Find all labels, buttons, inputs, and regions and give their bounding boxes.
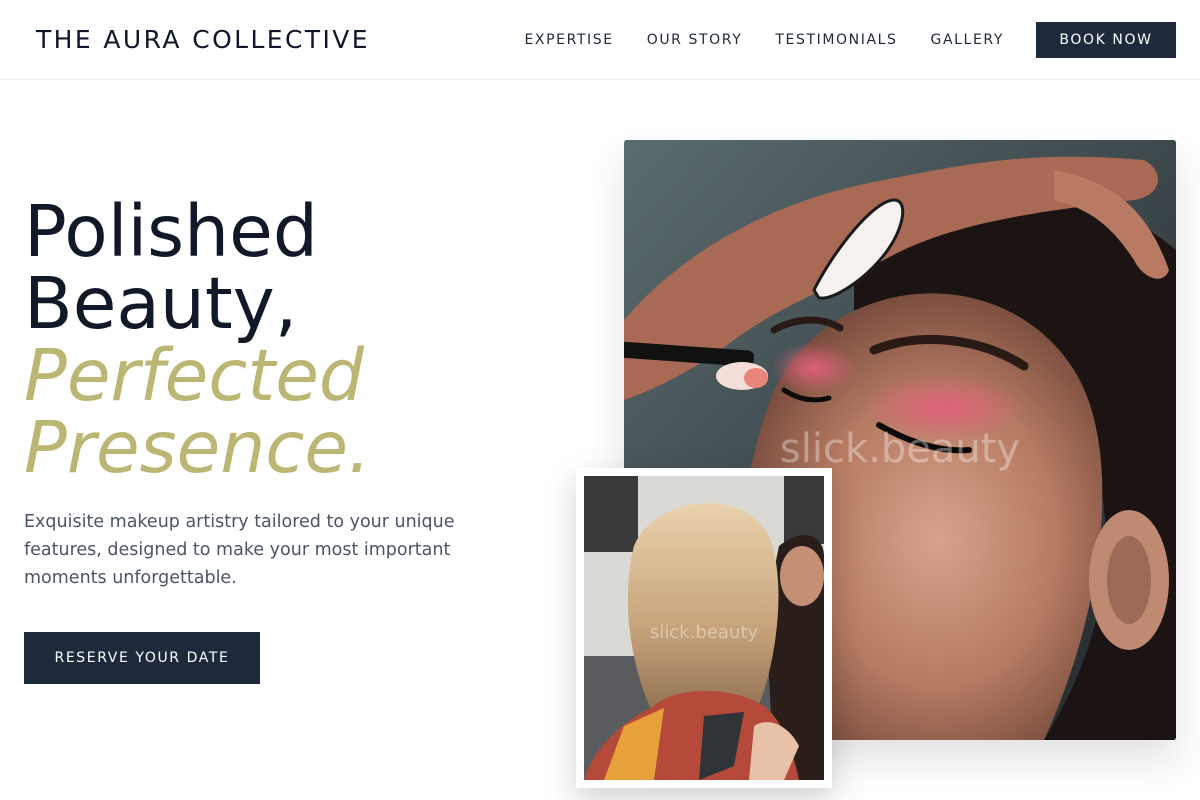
main-image-watermark: slick.beauty (780, 426, 1020, 472)
hero-headline: Polished Beauty, Perfected Presence. (24, 196, 524, 484)
hero-description: Exquisite makeup artistry tailored to yo… (24, 512, 455, 588)
book-now-button[interactable]: BOOK NOW (1036, 21, 1176, 58)
nav-link-our-story[interactable]: OUR STORY (647, 32, 743, 48)
brand-logo[interactable]: THE AURA COLLECTIVE (36, 25, 370, 54)
nav-link-expertise[interactable]: EXPERTISE (524, 32, 613, 48)
inset-image-watermark: slick.beauty (650, 622, 758, 643)
headline-line-1: Polished (24, 190, 318, 273)
secondary-image-card: slick.beauty (576, 468, 832, 788)
headline-accent-2: Presence. (24, 406, 371, 489)
site-header: THE AURA COLLECTIVE EXPERTISE OUR STORY … (0, 0, 1200, 80)
headline-accent-1: Perfected (24, 334, 364, 417)
headline-line-2: Beauty, (24, 262, 298, 345)
secondary-image: slick.beauty (584, 476, 824, 780)
reserve-date-button[interactable]: RESERVE YOUR DATE (24, 632, 260, 684)
nav-link-gallery[interactable]: GALLERY (931, 32, 1004, 48)
hero-text: Polished Beauty, Perfected Presence. Exq… (24, 196, 524, 684)
main-nav: EXPERTISE OUR STORY TESTIMONIALS GALLERY… (524, 21, 1176, 58)
artist-at-work-photo: slick.beauty (584, 476, 824, 780)
nav-link-testimonials[interactable]: TESTIMONIALS (775, 32, 897, 48)
